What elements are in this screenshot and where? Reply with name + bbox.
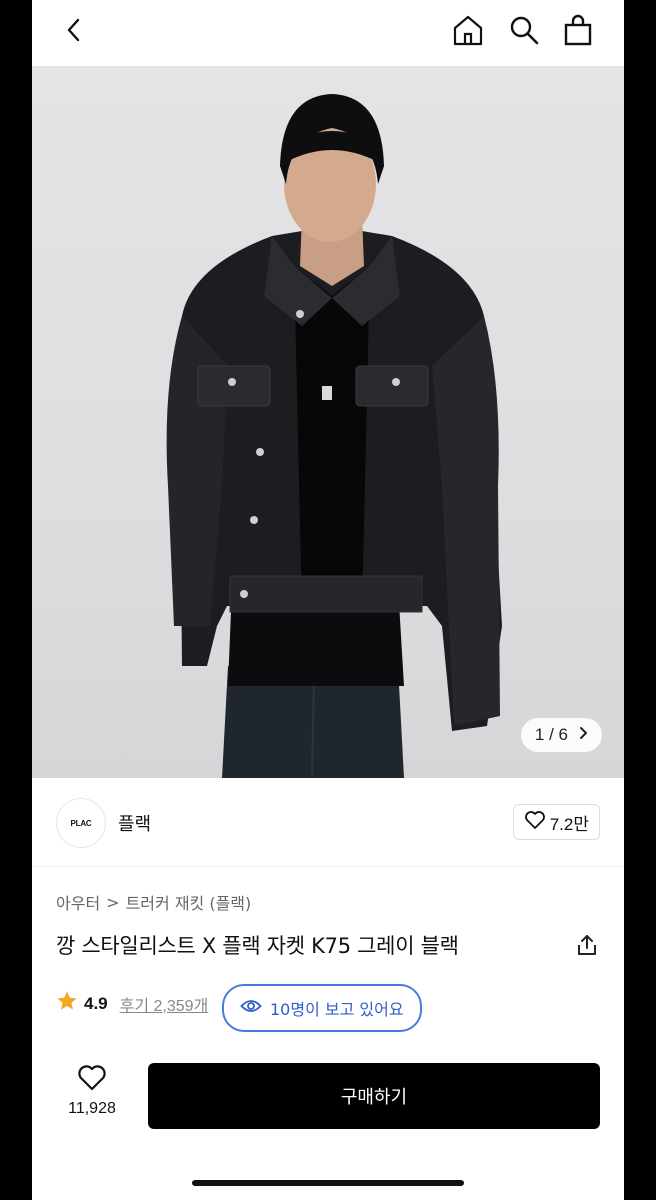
home-icon <box>451 13 485 47</box>
home-indicator <box>192 1180 464 1186</box>
viewers-text: 10명이 보고 있어요 <box>270 1000 404 1019</box>
heart-icon <box>524 810 546 835</box>
share-button[interactable] <box>572 932 602 962</box>
buy-button-label: 구매하기 <box>340 1087 408 1108</box>
breadcrumb-separator: > <box>106 892 120 912</box>
pager-text: 1 / 6 <box>534 725 568 744</box>
shopping-bag-icon <box>563 14 593 46</box>
brand-logo[interactable]: PLAC <box>56 798 106 848</box>
back-button[interactable] <box>54 10 94 50</box>
share-icon <box>575 933 599 961</box>
bag-button[interactable] <box>558 10 598 50</box>
buy-button[interactable]: 구매하기 <box>148 1063 600 1129</box>
product-image-carousel[interactable]: 1 / 6 <box>32 66 624 778</box>
breadcrumb-current[interactable]: 트러커 재킷 (플랙) <box>126 890 252 914</box>
gallery-pager[interactable]: 1 / 6 <box>520 718 602 752</box>
heart-icon <box>77 1064 107 1096</box>
brand-like-count: 7.2만 <box>549 814 589 834</box>
eye-icon <box>240 998 262 1018</box>
bottom-action-bar: 11,928 구매하기 <box>32 1052 624 1162</box>
app-screen: 1 / 6 PLAC 플랙 7.2만 아우터 > 트러커 재킷 (플랙) 깡 스… <box>32 0 624 1200</box>
review-count-link[interactable]: 후기 2,359개 <box>120 992 209 1016</box>
search-icon <box>508 14 540 46</box>
rating-value: 4.9 <box>84 993 108 1013</box>
top-nav <box>32 0 624 66</box>
wishlist-count: 11,928 <box>68 1100 116 1117</box>
brand-row: PLAC 플랙 7.2만 <box>32 778 624 867</box>
home-button[interactable] <box>448 10 488 50</box>
wishlist-button[interactable]: 11,928 <box>54 1064 130 1118</box>
chevron-right-icon <box>578 725 588 745</box>
viewers-badge: 10명이 보고 있어요 <box>222 984 422 1032</box>
chevron-left-icon <box>63 17 85 43</box>
brand-like-button[interactable]: 7.2만 <box>512 804 600 840</box>
product-title: 깡 스타일리스트 X 플랙 자켓 K75 그레이 블랙 <box>56 934 459 958</box>
search-button[interactable] <box>504 10 544 50</box>
breadcrumb-parent[interactable]: 아우터 <box>56 890 100 914</box>
brand-name[interactable]: 플랙 <box>118 810 151 836</box>
brand-logo-text: PLAC <box>70 818 92 828</box>
star-icon <box>56 990 78 1017</box>
rating-row: 4.9 후기 2,359개 <box>56 990 208 1017</box>
product-photo <box>166 94 502 778</box>
breadcrumb: 아우터 > 트러커 재킷 (플랙) <box>56 890 251 914</box>
